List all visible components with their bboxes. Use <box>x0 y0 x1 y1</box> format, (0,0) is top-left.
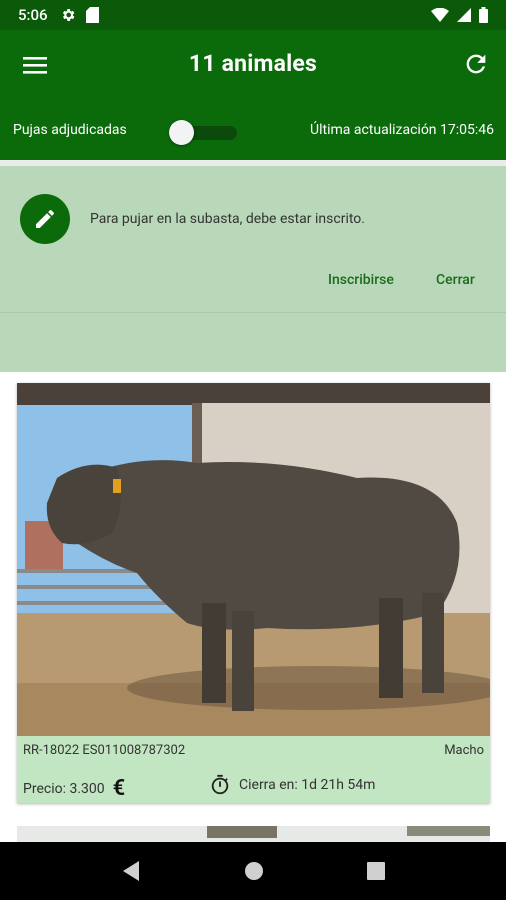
price: Precio: 3.300 € <box>23 776 125 801</box>
close-button[interactable]: Cerrar <box>436 272 475 288</box>
last-update-text: Última actualización 17:05:46 <box>310 122 494 138</box>
awarded-bids-label: Pujas adjudicadas <box>13 122 127 138</box>
banner-message: Para pujar en la subasta, debe estar ins… <box>90 211 365 227</box>
awarded-bids-toggle[interactable] <box>169 120 239 145</box>
back-icon[interactable] <box>121 860 141 882</box>
home-icon[interactable] <box>244 861 264 881</box>
price-value: Precio: 3.300 <box>23 780 105 797</box>
animal-id: RR-18022 ES011008787302 <box>23 743 186 758</box>
closes-in-value: Cierra en: 1d 21h 54m <box>239 777 376 793</box>
toggle-thumb <box>169 120 194 145</box>
refresh-icon[interactable] <box>462 50 490 78</box>
app-bar: 11 animales <box>0 30 506 102</box>
bull-image <box>17 383 490 736</box>
filter-bar: Pujas adjudicadas Última actualización 1… <box>0 102 506 160</box>
gear-icon <box>62 9 74 21</box>
status-bar: 5:06 <box>0 0 506 30</box>
banner-divider <box>0 312 506 313</box>
pencil-icon <box>36 209 55 228</box>
status-icons-right <box>431 7 488 23</box>
closes-in: Cierra en: 1d 21h 54m <box>209 774 375 796</box>
register-button[interactable]: Inscribirse <box>328 272 394 288</box>
edit-icon-circle <box>20 194 70 244</box>
registration-banner: Para pujar en la subasta, debe estar ins… <box>0 166 506 372</box>
recents-icon[interactable] <box>366 862 385 880</box>
stopwatch-icon <box>211 774 229 795</box>
animal-photo[interactable] <box>17 383 490 736</box>
animal-card[interactable]: RR-18022 ES011008787302 Macho Precio: 3.… <box>17 383 490 803</box>
battery-icon <box>479 7 488 23</box>
status-icons-left <box>60 7 99 23</box>
wifi-icon <box>431 8 449 22</box>
navigation-bar <box>0 842 506 900</box>
animal-sex: Macho <box>444 743 484 758</box>
euro-icon: € <box>112 776 126 801</box>
status-time: 5:06 <box>18 6 48 24</box>
page-title: 11 animales <box>188 50 318 77</box>
sd-card-icon <box>85 7 99 23</box>
signal-icon <box>457 8 471 22</box>
